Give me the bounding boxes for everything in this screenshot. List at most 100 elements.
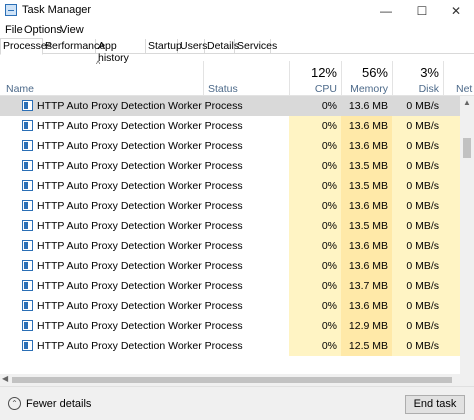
column-status[interactable]: Status <box>208 83 238 95</box>
network-cell <box>443 316 460 336</box>
network-cell <box>443 276 460 296</box>
table-row[interactable]: HTTP Auto Proxy Detection Worker Process… <box>0 136 460 156</box>
network-cell <box>443 96 460 116</box>
task-manager-icon <box>5 4 17 16</box>
vertical-scroll-thumb[interactable] <box>463 138 471 158</box>
disk-cell: 0 MB/s <box>392 276 443 296</box>
tab-processes[interactable]: Processes <box>0 38 52 55</box>
memory-cell: 13.5 MB <box>341 176 392 196</box>
process-window-icon <box>22 200 33 211</box>
table-row[interactable]: HTTP Auto Proxy Detection Worker Process… <box>0 216 460 236</box>
cpu-cell: 0% <box>289 256 341 276</box>
column-header: ^ Name Status 12% CPU 56% Memory 3% Disk… <box>0 55 474 96</box>
column-name[interactable]: Name <box>6 83 34 95</box>
disk-cell: 0 MB/s <box>392 316 443 336</box>
horizontal-scrollbar[interactable]: ◀ <box>0 374 460 386</box>
table-row[interactable]: HTTP Auto Proxy Detection Worker Process… <box>0 256 460 276</box>
process-name: HTTP Auto Proxy Detection Worker Process <box>37 280 243 292</box>
process-window-icon <box>22 120 33 131</box>
network-cell <box>443 336 460 356</box>
table-row[interactable]: HTTP Auto Proxy Detection Worker Process… <box>0 96 460 116</box>
memory-cell: 13.5 MB <box>341 156 392 176</box>
menu-view[interactable]: View <box>60 24 84 36</box>
table-row[interactable]: HTTP Auto Proxy Detection Worker Process… <box>0 156 460 176</box>
menu-options[interactable]: Options <box>24 24 62 36</box>
column-divider[interactable] <box>203 61 204 95</box>
close-button[interactable]: ✕ <box>440 0 472 22</box>
process-name: HTTP Auto Proxy Detection Worker Process <box>37 180 243 192</box>
tab-details[interactable]: Details <box>205 39 239 54</box>
vertical-scrollbar[interactable]: ▲ <box>460 96 474 374</box>
process-name: HTTP Auto Proxy Detection Worker Process <box>37 340 243 352</box>
process-window-icon <box>22 260 33 271</box>
network-cell <box>443 216 460 236</box>
disk-cell: 0 MB/s <box>392 196 443 216</box>
cpu-cell: 0% <box>289 296 341 316</box>
process-window-icon <box>22 320 33 331</box>
disk-cell: 0 MB/s <box>392 136 443 156</box>
chevron-up-circle-icon[interactable]: ⌃ <box>8 397 21 410</box>
tab-services[interactable]: Services <box>235 39 277 54</box>
table-row[interactable]: HTTP Auto Proxy Detection Worker Process… <box>0 196 460 216</box>
sort-ascending-icon[interactable]: ^ <box>96 59 100 69</box>
memory-cell: 12.9 MB <box>341 316 392 336</box>
table-row[interactable]: HTTP Auto Proxy Detection Worker Process… <box>0 236 460 256</box>
tab-app-history[interactable]: App history <box>96 39 146 64</box>
memory-cell: 12.5 MB <box>341 336 392 356</box>
network-cell <box>443 236 460 256</box>
disk-cell: 0 MB/s <box>392 156 443 176</box>
tab-startup[interactable]: Startup <box>146 39 182 54</box>
cpu-total-percent: 12% <box>310 65 337 80</box>
cpu-cell: 0% <box>289 276 341 296</box>
cpu-cell: 0% <box>289 156 341 176</box>
table-row[interactable]: HTTP Auto Proxy Detection Worker Process… <box>0 176 460 196</box>
process-name: HTTP Auto Proxy Detection Worker Process <box>37 100 243 112</box>
maximize-button[interactable]: ☐ <box>406 0 438 22</box>
network-cell <box>443 296 460 316</box>
column-disk[interactable]: Disk <box>392 83 439 95</box>
table-row[interactable]: HTTP Auto Proxy Detection Worker Process… <box>0 336 460 356</box>
scroll-left-icon[interactable]: ◀ <box>2 374 8 383</box>
column-cpu[interactable]: CPU <box>289 83 337 95</box>
disk-cell: 0 MB/s <box>392 256 443 276</box>
tab-users[interactable]: Users <box>178 39 207 54</box>
disk-total-percent: 3% <box>420 65 439 80</box>
column-memory[interactable]: Memory <box>341 83 388 95</box>
table-row[interactable]: HTTP Auto Proxy Detection Worker Process… <box>0 296 460 316</box>
scrollbar-corner <box>460 374 474 386</box>
network-cell <box>443 136 460 156</box>
memory-cell: 13.5 MB <box>341 216 392 236</box>
process-window-icon <box>22 160 33 171</box>
end-task-button[interactable]: End task <box>405 395 465 414</box>
fewer-details-link[interactable]: Fewer details <box>26 398 91 410</box>
column-network[interactable]: Net <box>456 83 474 95</box>
disk-cell: 0 MB/s <box>392 176 443 196</box>
cpu-cell: 0% <box>289 196 341 216</box>
memory-cell: 13.6 MB <box>341 256 392 276</box>
process-name: HTTP Auto Proxy Detection Worker Process <box>37 200 243 212</box>
memory-cell: 13.6 MB <box>341 116 392 136</box>
tab-performance[interactable]: Performance <box>43 39 105 54</box>
network-cell <box>443 176 460 196</box>
disk-cell: 0 MB/s <box>392 336 443 356</box>
process-name: HTTP Auto Proxy Detection Worker Process <box>37 140 243 152</box>
title-bar: Task Manager — ☐ ✕ <box>0 0 474 22</box>
process-window-icon <box>22 180 33 191</box>
memory-cell: 13.6 MB <box>341 296 392 316</box>
network-cell <box>443 116 460 136</box>
menu-file[interactable]: File <box>5 24 23 36</box>
minimize-button[interactable]: — <box>370 0 402 22</box>
process-name: HTTP Auto Proxy Detection Worker Process <box>37 300 243 312</box>
table-row[interactable]: HTTP Auto Proxy Detection Worker Process… <box>0 116 460 136</box>
process-window-icon <box>22 220 33 231</box>
memory-cell: 13.6 MB <box>341 236 392 256</box>
scroll-up-icon[interactable]: ▲ <box>463 98 471 107</box>
cpu-cell: 0% <box>289 136 341 156</box>
memory-cell: 13.6 MB <box>341 96 392 116</box>
disk-cell: 0 MB/s <box>392 236 443 256</box>
column-divider[interactable] <box>443 61 444 95</box>
horizontal-scroll-thumb[interactable] <box>12 377 452 383</box>
table-row[interactable]: HTTP Auto Proxy Detection Worker Process… <box>0 276 460 296</box>
table-row[interactable]: HTTP Auto Proxy Detection Worker Process… <box>0 316 460 336</box>
process-window-icon <box>22 280 33 291</box>
